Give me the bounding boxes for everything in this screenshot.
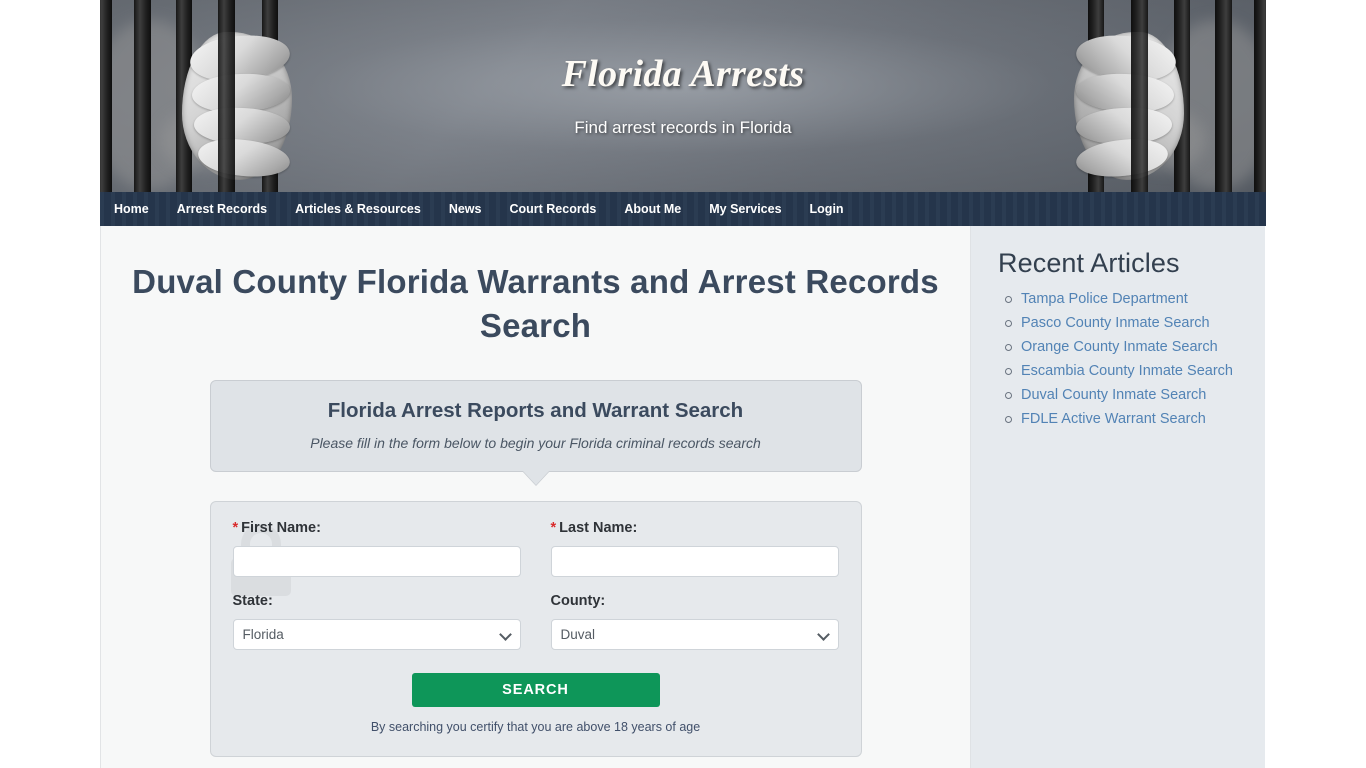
county-label: County: [550,593,606,609]
sidebar-link-duval-county-inmate-search[interactable]: Duval County Inmate Search [1021,387,1206,403]
list-item: Pasco County Inmate Search [1005,314,1265,332]
required-asterisk-last-name: * [550,520,557,536]
callout-heading: Florida Arrest Reports and Warrant Searc… [327,399,744,422]
first-name-field-group: * First Name: [232,520,521,577]
site-banner: Florida Arrests Find arrest records in F… [100,0,1266,192]
sidebar-heading: Recent Articles [998,248,1180,278]
page-root: Florida Arrests Find arrest records in F… [0,0,1366,768]
nav-item-arrest-records[interactable]: Arrest Records [163,192,281,226]
callout-subtext: Please fill in the form below to begin y… [310,435,761,451]
search-button-area: SEARCH By searching you certify that you… [233,673,839,734]
last-name-field-group: * Last Name: [550,520,839,577]
state-select[interactable]: Florida [232,619,521,650]
recent-articles-list: Tampa Police Department Pasco County Inm… [985,290,1265,428]
jail-bars-photo-right [1061,0,1266,192]
sidebar-link-pasco-county-inmate-search[interactable]: Pasco County Inmate Search [1021,315,1210,331]
sidebar: Recent Articles Tampa Police Department … [971,226,1265,768]
nav-item-news[interactable]: News [435,192,496,226]
county-select[interactable]: Duval [550,619,839,650]
first-name-label: * First Name: [233,520,521,536]
nav-item-home[interactable]: Home [100,192,163,226]
county-field-group: County: Duval [550,593,839,650]
list-item: FDLE Active Warrant Search [1005,410,1265,428]
last-name-label-text: Last Name: [559,520,638,536]
state-select-shell: Florida [232,619,521,650]
required-asterisk-first-name: * [232,520,239,536]
search-button[interactable]: SEARCH [411,673,660,707]
search-form-wrapper: Florida Arrest Reports and Warrant Searc… [209,380,862,757]
nav-item-about-me[interactable]: About Me [610,192,695,226]
list-item: Escambia County Inmate Search [1005,362,1265,380]
form-callout: Florida Arrest Reports and Warrant Searc… [209,380,862,486]
first-name-label-text: First Name: [241,520,321,536]
nav-item-login[interactable]: Login [796,192,858,226]
state-field-group: State: Florida [232,593,521,650]
sidebar-link-fdle-active-warrant-search[interactable]: FDLE Active Warrant Search [1021,411,1206,427]
age-disclaimer: By searching you certify that you are ab… [370,720,701,734]
nav-item-articles-resources[interactable]: Articles & Resources [281,192,435,226]
search-form-card: * First Name: * Last Name: State: Florid… [209,501,862,757]
site-title: Florida Arrests [561,53,805,95]
list-item: Orange County Inmate Search [1005,338,1265,356]
last-name-input[interactable] [550,546,839,577]
location-fields-row: State: Florida County: Duval [232,593,839,650]
page-title: Duval County Florida Warrants and Arrest… [132,263,939,344]
site-tagline: Find arrest records in Florida [574,118,792,137]
sidebar-link-tampa-police-department[interactable]: Tampa Police Department [1021,291,1188,307]
first-name-input[interactable] [232,546,521,577]
sidebar-link-orange-county-inmate-search[interactable]: Orange County Inmate Search [1021,339,1218,355]
county-select-shell: Duval [550,619,839,650]
name-fields-row: * First Name: * Last Name: [232,520,839,577]
sidebar-link-escambia-county-inmate-search[interactable]: Escambia County Inmate Search [1021,363,1233,379]
main-content: Duval County Florida Warrants and Arrest… [100,226,971,768]
list-item: Tampa Police Department [1005,290,1265,308]
content-columns: Duval County Florida Warrants and Arrest… [100,226,1266,768]
list-item: Duval County Inmate Search [1005,386,1265,404]
nav-item-my-services[interactable]: My Services [695,192,795,226]
state-label: State: [232,593,273,609]
site-container: Florida Arrests Find arrest records in F… [100,0,1266,768]
main-navigation: Home Arrest Records Articles & Resources… [100,192,1266,226]
last-name-label: * Last Name: [551,520,839,536]
nav-item-court-records[interactable]: Court Records [495,192,610,226]
jail-bars-photo-left [100,0,305,192]
